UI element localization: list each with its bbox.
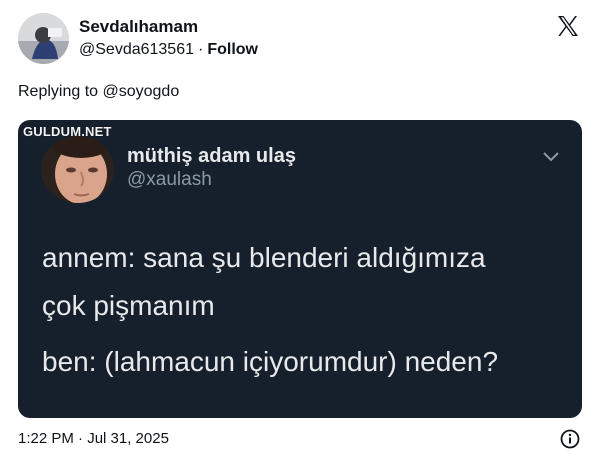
replying-to-label: Replying to @soyogdo (18, 83, 180, 100)
author-display-name[interactable]: Sevdalıhamam (79, 17, 198, 37)
follow-button[interactable]: Follow (207, 41, 258, 58)
author-handle-row: @Sevda613561 · Follow (79, 41, 258, 59)
x-logo-icon[interactable] (556, 14, 580, 38)
embedded-tweet-image[interactable]: GULDUM.NET müthiş adam ulaş @xaulash ann… (18, 120, 582, 418)
post-timestamp[interactable]: 1:22 PM · Jul 31, 2025 (18, 430, 169, 447)
user-avatar-icon (18, 13, 69, 64)
tweet-text-line: ben: (lahmacun içiyorumdur) neden? (42, 346, 499, 377)
info-icon[interactable] (560, 429, 580, 449)
chevron-down-icon (543, 152, 559, 162)
tweet-text-line: annem: sana şu blenderi aldığımıza (42, 242, 486, 273)
handle-separator: · (198, 41, 204, 58)
inner-author-name: müthiş adam ulaş (127, 145, 296, 167)
inner-author-handle: @xaulash (127, 169, 212, 190)
tweet-text-line: çok pişmanım (42, 290, 215, 321)
inner-author-avatar (41, 136, 114, 203)
author-handle[interactable]: @Sevda613561 (79, 41, 194, 58)
author-avatar[interactable] (18, 13, 69, 64)
face-avatar-icon (41, 136, 114, 203)
